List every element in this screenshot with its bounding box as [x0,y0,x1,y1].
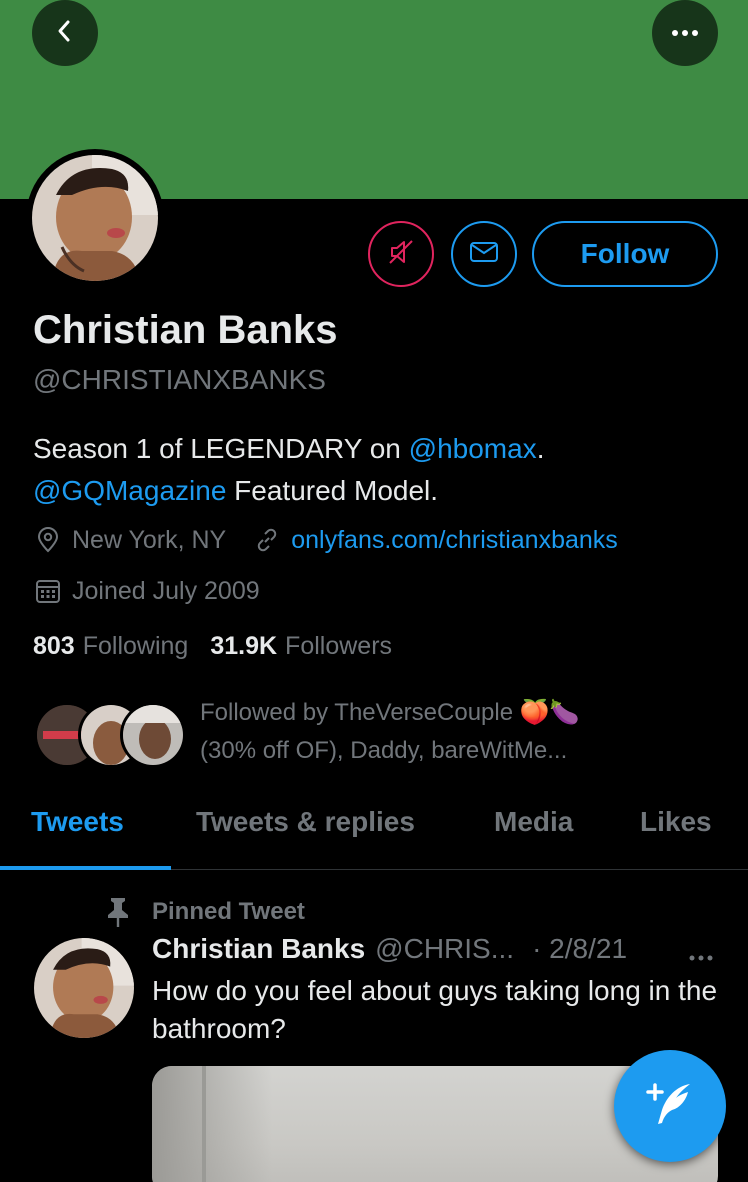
followers-stat[interactable]: 31.9K Followers [210,632,392,661]
pinned-tweet-label: Pinned Tweet [100,894,305,930]
followed-by-avatars[interactable] [34,702,186,770]
followed-by-text[interactable]: Followed by TheVerseCouple 🍑🍆 (30% off O… [200,694,720,770]
profile-name: Christian Banks [33,308,338,352]
muted-speaker-icon [386,237,416,272]
link-icon [252,525,282,555]
profile-avatar[interactable] [26,149,164,287]
tweet-more-button[interactable] [686,937,716,967]
tab-media[interactable]: Media [494,806,573,838]
tab-tweets[interactable]: Tweets [31,806,124,838]
ellipsis-icon [689,936,713,968]
ellipsis-icon [671,24,699,42]
mention-link[interactable]: @GQMagazine [33,475,226,506]
profile-meta-joined: Joined July 2009 [33,576,260,606]
followed-by-line-2: (30% off OF), Daddy, bareWitMe... [200,737,568,764]
chevron-left-icon [52,18,78,49]
compose-tweet-button[interactable] [614,1050,726,1162]
tweet-author-handle: @CHRIS... [375,933,515,964]
tab-likes[interactable]: Likes [640,806,712,838]
follow-button[interactable]: Follow [532,221,718,287]
back-button[interactable] [32,0,98,66]
profile-handle: @CHRISTIANXBANKS [33,364,326,395]
tweet-author-name[interactable]: Christian Banks [152,933,365,965]
feather-plus-icon [642,1076,698,1137]
bio-line-2: @GQMagazine Featured Model. [33,470,723,512]
bio-line-1: Season 1 of LEGENDARY on @hbomax. [33,428,723,470]
following-count: 803 [33,632,75,660]
mention-link[interactable]: @hbomax [409,433,537,464]
bio-text: Featured Model. [226,475,439,506]
followers-count: 31.9K [210,632,278,660]
active-tab-indicator [0,866,171,870]
website-link[interactable]: onlyfans.com/christianxbanks [291,526,618,555]
tweet-text: How do you feel about guys taking long i… [152,975,718,1044]
followers-label: Followers [285,632,393,660]
tweet-date[interactable]: · 2/8/21 [532,933,627,965]
avatar [120,702,186,768]
envelope-icon [469,240,499,269]
bio-text: . [536,433,545,464]
joined-text: Joined July 2009 [72,576,260,605]
follow-stats: 803 Following 31.9K Followers [33,632,392,661]
unmute-button[interactable] [368,221,434,287]
calendar-icon [33,576,63,606]
location-pin-icon [33,525,63,555]
profile-tabs: Tweets Tweets & replies Media Likes [0,800,748,870]
media-detail [202,1066,206,1182]
pinned-text: Pinned Tweet [152,898,305,925]
following-label: Following [82,632,189,660]
tweet-header: Christian Banks @CHRIS... · 2/8/21 [152,933,722,965]
tweet-author-avatar[interactable] [34,938,134,1038]
tab-tweets-and-replies[interactable]: Tweets & replies [196,806,415,838]
following-stat[interactable]: 803 Following [33,632,188,661]
message-button[interactable] [451,221,517,287]
more-options-button[interactable] [652,0,718,66]
pin-icon [100,894,136,930]
profile-bio: Season 1 of LEGENDARY on @hbomax. @GQMag… [33,428,723,512]
media-shading [152,1066,272,1182]
followed-by-line-1: Followed by TheVerseCouple 🍑🍆 [200,699,580,726]
avatar [32,155,158,281]
bio-text: Season 1 of LEGENDARY on [33,433,409,464]
location-text: New York, NY [72,525,227,554]
profile-meta-location: New York, NY onlyfans.com/christianxbank… [33,525,618,555]
